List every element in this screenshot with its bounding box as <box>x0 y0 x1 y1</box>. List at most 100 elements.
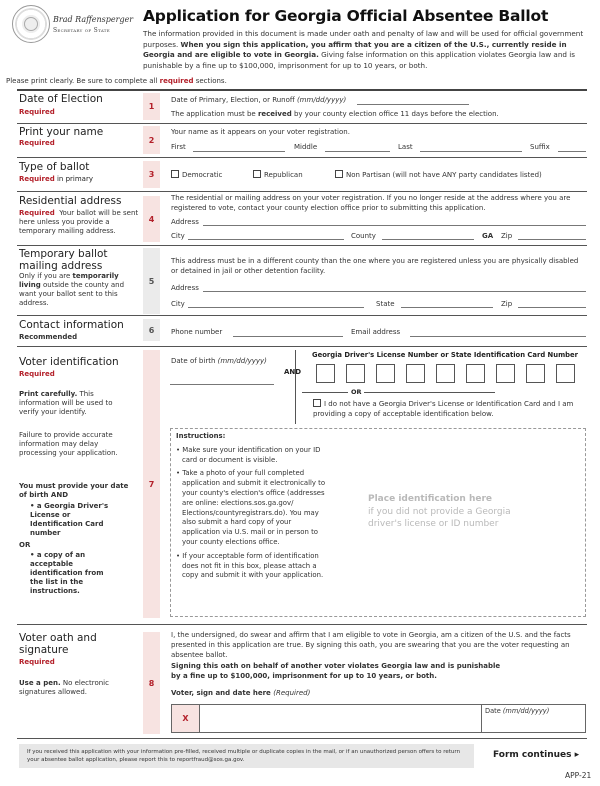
no-id-label: I do not have a Georgia Driver's License… <box>313 400 574 418</box>
vertical-divider <box>295 350 296 424</box>
res-city-input[interactable] <box>188 239 344 240</box>
dl-digit-box[interactable] <box>316 364 335 383</box>
dob-label: Date of birth (mm/dd/yyyy) <box>171 357 267 365</box>
first-name-input[interactable] <box>193 151 285 152</box>
dl-digit-box[interactable] <box>376 364 395 383</box>
section-5-sub-pre: Only if you are <box>19 272 73 280</box>
res-city-label: City <box>171 232 185 240</box>
section-7-label: Voter identification <box>19 356 119 368</box>
res-address-label: Address <box>171 218 199 226</box>
dl-label: Georgia Driver's License Number or State… <box>312 351 578 359</box>
divider <box>17 245 587 246</box>
signature-box[interactable]: X Date (mm/dd/yyyy) <box>171 704 586 733</box>
dl-digit-box[interactable] <box>406 364 425 383</box>
oath-warning: Signing this oath on behalf of another v… <box>171 662 501 680</box>
dob-input[interactable] <box>170 384 274 385</box>
section-3-status-suffix: in primary <box>54 175 93 183</box>
temp-city-input[interactable] <box>188 307 364 308</box>
dl-digit-box[interactable] <box>436 364 455 383</box>
election-date-input[interactable] <box>357 104 469 105</box>
or-divider: OR <box>351 388 362 396</box>
democratic-checkbox[interactable] <box>171 170 179 178</box>
use-pen-bold: Use a pen. <box>19 679 61 687</box>
name-instruction: Your name as it appears on your voter re… <box>171 128 350 136</box>
ballot-option-nonpartisan[interactable]: Non Partisan (will not have ANY party ca… <box>335 170 542 179</box>
divider <box>17 123 587 124</box>
section-4-label: Residential address <box>19 195 122 207</box>
option-a-text: a Georgia Driver's License or Identifica… <box>30 502 109 537</box>
residential-instruction: The residential or mailing address on yo… <box>171 194 571 212</box>
sign-marker: X <box>172 705 200 732</box>
divider <box>17 157 587 158</box>
signature-date-field[interactable]: Date (mm/dd/yyyy) <box>481 705 585 732</box>
nonpartisan-checkbox[interactable] <box>335 170 343 178</box>
sign-label: Voter, sign and date here (Required) <box>171 689 310 697</box>
no-id-option[interactable]: I do not have a Georgia Driver's License… <box>313 399 583 419</box>
section-4-subtext: Required Your ballot will be sent here u… <box>19 209 139 236</box>
print-note-pre: Please print clearly. Be sure to complet… <box>6 77 160 85</box>
temp-city-label: City <box>171 300 185 308</box>
ballot-option-republican[interactable]: Republican <box>253 170 303 179</box>
print-note: Please print clearly. Be sure to complet… <box>6 77 227 85</box>
democratic-label: Democratic <box>182 171 223 179</box>
section-3-label: Type of ballot <box>19 161 90 173</box>
fraud-report-note: If you received this application with yo… <box>19 744 474 768</box>
note-bold: received <box>257 110 292 118</box>
temp-zip-input[interactable] <box>518 307 586 308</box>
email-input[interactable] <box>410 336 586 337</box>
intro-text: The information provided in this documen… <box>143 29 593 71</box>
election-date-note: The application must be received by your… <box>171 110 499 118</box>
date-format: (mm/dd/yyyy) <box>502 707 550 715</box>
last-name-input[interactable] <box>420 151 522 152</box>
divider <box>17 738 587 739</box>
middle-name-input[interactable] <box>325 151 390 152</box>
instruction-text: Take a photo of your full completed appl… <box>182 469 326 546</box>
republican-checkbox[interactable] <box>253 170 261 178</box>
and-label: AND <box>284 368 302 376</box>
res-address-input[interactable] <box>203 225 586 226</box>
phone-input[interactable] <box>233 336 343 337</box>
no-id-checkbox[interactable] <box>313 399 321 407</box>
section-8-number: 8 <box>143 632 160 734</box>
official-name: Brad Raffensperger <box>53 15 134 24</box>
print-note-required: required <box>159 77 194 85</box>
dl-digit-box[interactable] <box>556 364 575 383</box>
or-rule-right <box>364 392 495 393</box>
temp-instruction: This address must be in a different coun… <box>171 257 579 275</box>
ballot-option-democratic[interactable]: Democratic <box>171 170 222 179</box>
election-date-label: Date of Primary, Election, or Runoff (mm… <box>171 96 346 104</box>
dob-text: Date of birth <box>171 357 218 365</box>
suffix-label: Suffix <box>530 143 550 151</box>
section-6-number: 6 <box>143 319 160 341</box>
res-county-input[interactable] <box>382 239 474 240</box>
res-county-label: County <box>351 232 376 240</box>
print-carefully-note: Print carefully. This information will b… <box>19 390 129 417</box>
suffix-input[interactable] <box>558 151 586 152</box>
temp-address-input[interactable] <box>203 291 586 292</box>
phone-label: Phone number <box>171 328 223 336</box>
republican-label: Republican <box>264 171 303 179</box>
divider <box>17 624 587 625</box>
res-zip-input[interactable] <box>518 239 586 240</box>
temp-state-input[interactable] <box>401 307 493 308</box>
date-label: Date <box>485 707 503 715</box>
sign-label-text: Voter, sign and date here <box>171 689 274 697</box>
oath-text: I, the undersigned, do swear and affirm … <box>171 631 571 659</box>
divider <box>17 89 587 91</box>
dl-digit-box[interactable] <box>526 364 545 383</box>
dl-digit-box[interactable] <box>346 364 365 383</box>
form-continues: Form continues ▸ <box>493 750 580 760</box>
dl-digit-box[interactable] <box>466 364 485 383</box>
id-placeholder-subtitle: if you did not provide a Georgia driver'… <box>368 507 511 529</box>
dl-digit-box[interactable] <box>496 364 515 383</box>
section-5-label: Temporary ballot mailing address <box>19 248 108 272</box>
instruction-text: If your acceptable form of identificatio… <box>182 551 324 580</box>
dob-format: (mm/dd/yyyy) <box>217 357 267 365</box>
section-8-required: Required <box>19 658 55 666</box>
election-date-format: (mm/dd/yyyy) <box>296 96 347 104</box>
form-code: APP-21 <box>565 771 592 780</box>
first-name-label: First <box>171 143 186 151</box>
instruction-item: • Make sure your identification on your … <box>176 445 321 464</box>
section-3-number: 3 <box>143 161 160 188</box>
option-b-text: a copy of an acceptable identification f… <box>30 551 104 595</box>
